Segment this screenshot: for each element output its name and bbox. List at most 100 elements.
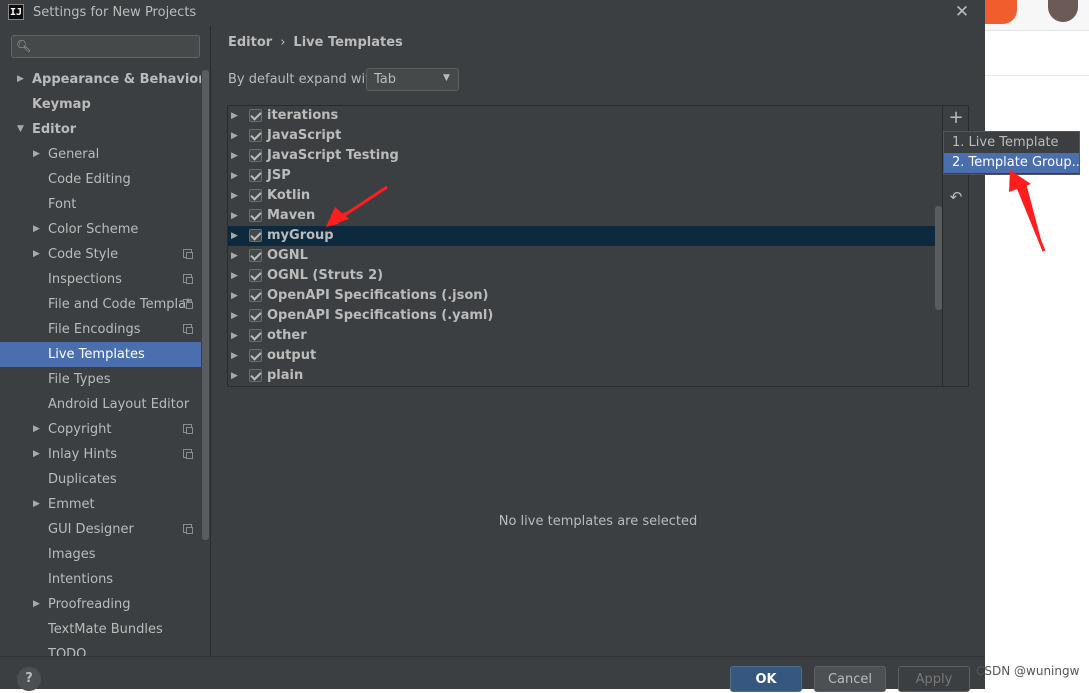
expand-right-icon[interactable]: ▶	[231, 246, 238, 266]
expand-right-icon[interactable]: ▶	[231, 206, 238, 226]
add-menu-item[interactable]: 2. Template Group...	[944, 153, 1079, 173]
template-group-name: iterations	[267, 108, 339, 123]
sidebar-item[interactable]: ▶ General	[0, 142, 201, 167]
help-button[interactable]: ?	[17, 667, 41, 691]
template-group-row[interactable]: ▶ JavaScript	[228, 126, 942, 146]
expand-right-icon[interactable]: ▶	[231, 306, 238, 326]
template-group-row[interactable]: ▶ OGNL	[228, 246, 942, 266]
template-group-row[interactable]: ▶ other	[228, 326, 942, 346]
template-group-row[interactable]: ▶ output	[228, 346, 942, 366]
group-enabled-checkbox[interactable]	[249, 249, 262, 262]
group-enabled-checkbox[interactable]	[249, 349, 262, 362]
template-group-row[interactable]: ▶ myGroup	[228, 226, 942, 246]
sidebar-item[interactable]: ▶ Code Style	[0, 242, 201, 267]
expand-right-icon[interactable]: ▶	[231, 226, 238, 246]
template-group-row[interactable]: ▶ JSP	[228, 166, 942, 186]
group-enabled-checkbox[interactable]	[249, 189, 262, 202]
template-group-name: JavaScript Testing	[267, 148, 399, 163]
ok-button[interactable]: OK	[730, 666, 802, 692]
sidebar-item[interactable]: Android Layout Editor	[0, 392, 201, 417]
expand-right-icon[interactable]: ▶	[231, 266, 238, 286]
expand-right-icon[interactable]: ▶	[33, 242, 40, 267]
expand-right-icon[interactable]: ▶	[33, 442, 40, 467]
add-icon[interactable]: +	[948, 108, 964, 128]
add-menu-item[interactable]: 1. Live Template	[944, 133, 1079, 153]
tree-scrollbar[interactable]	[935, 206, 942, 310]
title-bar: IJ Settings for New Projects ✕	[0, 0, 985, 26]
sidebar-item[interactable]: TextMate Bundles	[0, 617, 201, 642]
expand-right-icon[interactable]: ▶	[231, 166, 238, 186]
sidebar-item[interactable]: Font	[0, 192, 201, 217]
sidebar-item[interactable]: File Types	[0, 367, 201, 392]
template-group-row[interactable]: ▶ OpenAPI Specifications (.json)	[228, 286, 942, 306]
expand-right-icon[interactable]: ▶	[231, 346, 238, 366]
splitter[interactable]	[210, 26, 211, 656]
expand-right-icon[interactable]: ▶	[231, 326, 238, 346]
expand-right-icon[interactable]: ▶	[231, 126, 238, 146]
expand-right-icon[interactable]: ▶	[231, 186, 238, 206]
sidebar-item[interactable]: TODO	[0, 642, 201, 656]
template-group-row[interactable]: ▶ OpenAPI Specifications (.yaml)	[228, 306, 942, 326]
template-group-row[interactable]: ▶ JavaScript Testing	[228, 146, 942, 166]
settings-search-input[interactable]: 🔍︎	[11, 35, 200, 58]
sidebar-item[interactable]: ▶ Copyright	[0, 417, 201, 442]
sidebar-item[interactable]: Inspections	[0, 267, 201, 292]
close-icon[interactable]: ✕	[953, 2, 971, 22]
breadcrumb-separator: ›	[280, 35, 286, 50]
group-enabled-checkbox[interactable]	[249, 169, 262, 182]
expand-right-icon[interactable]: ▶	[33, 142, 40, 167]
breadcrumb-parent[interactable]: Editor	[228, 35, 272, 50]
sidebar-item[interactable]: ▶ Appearance & Behavior	[0, 67, 201, 92]
sidebar-scrollbar[interactable]	[202, 70, 209, 540]
expand-with-select[interactable]: Tab ▼	[366, 68, 459, 91]
sidebar-item[interactable]: File and Code Templat	[0, 292, 201, 317]
group-enabled-checkbox[interactable]	[249, 289, 262, 302]
search-icon: 🔍︎	[16, 39, 32, 53]
template-group-name: JavaScript	[267, 128, 342, 143]
sidebar-item[interactable]: GUI Designer	[0, 517, 201, 542]
expand-right-icon[interactable]: ▶	[33, 417, 40, 442]
group-enabled-checkbox[interactable]	[249, 309, 262, 322]
expand-right-icon[interactable]: ▶	[231, 106, 238, 126]
group-enabled-checkbox[interactable]	[249, 149, 262, 162]
cancel-button[interactable]: Cancel	[814, 666, 886, 692]
sidebar-item[interactable]: Keymap	[0, 92, 201, 117]
expand-right-icon[interactable]: ▶	[231, 366, 238, 386]
expand-right-icon[interactable]: ▶	[231, 286, 238, 306]
sidebar-item[interactable]: ▼ Editor	[0, 117, 201, 142]
template-group-row[interactable]: ▶ OGNL (Struts 2)	[228, 266, 942, 286]
group-enabled-checkbox[interactable]	[249, 209, 262, 222]
template-group-row[interactable]: ▶ Maven	[228, 206, 942, 226]
sidebar-item[interactable]: Live Templates	[0, 342, 201, 367]
sidebar-item[interactable]: ▶ Color Scheme	[0, 217, 201, 242]
template-group-row[interactable]: ▶ iterations	[228, 106, 942, 126]
sidebar-item[interactable]: Images	[0, 542, 201, 567]
apply-button[interactable]: Apply	[898, 666, 970, 692]
group-enabled-checkbox[interactable]	[249, 329, 262, 342]
template-group-row[interactable]: ▶ plain	[228, 366, 942, 386]
expand-right-icon[interactable]: ▶	[33, 217, 40, 242]
group-enabled-checkbox[interactable]	[249, 129, 262, 142]
restore-defaults-icon[interactable]: ↶	[948, 187, 964, 207]
template-group-name: myGroup	[267, 228, 334, 243]
template-group-row[interactable]: ▶ Kotlin	[228, 186, 942, 206]
sidebar-item[interactable]: ▶ Inlay Hints	[0, 442, 201, 467]
expand-down-icon[interactable]: ▼	[17, 117, 24, 142]
template-group-name: OpenAPI Specifications (.yaml)	[267, 308, 494, 323]
group-enabled-checkbox[interactable]	[249, 109, 262, 122]
group-enabled-checkbox[interactable]	[249, 369, 262, 382]
sidebar-item[interactable]: Intentions	[0, 567, 201, 592]
window-title: Settings for New Projects	[33, 5, 197, 20]
group-enabled-checkbox[interactable]	[249, 269, 262, 282]
expand-right-icon[interactable]: ▶	[33, 492, 40, 517]
expand-right-icon[interactable]: ▶	[231, 146, 238, 166]
group-enabled-checkbox[interactable]	[249, 229, 262, 242]
sidebar-item[interactable]: ▶ Emmet	[0, 492, 201, 517]
sidebar-item[interactable]: Code Editing	[0, 167, 201, 192]
expand-right-icon[interactable]: ▶	[17, 67, 24, 92]
expand-right-icon[interactable]: ▶	[33, 592, 40, 617]
sidebar-item[interactable]: File Encodings	[0, 317, 201, 342]
sidebar-item[interactable]: Duplicates	[0, 467, 201, 492]
sidebar-item[interactable]: ▶ Proofreading	[0, 592, 201, 617]
template-groups-tree[interactable]: ▶ iterations ▶ JavaScript ▶ JavaScript Testin…	[227, 105, 943, 387]
